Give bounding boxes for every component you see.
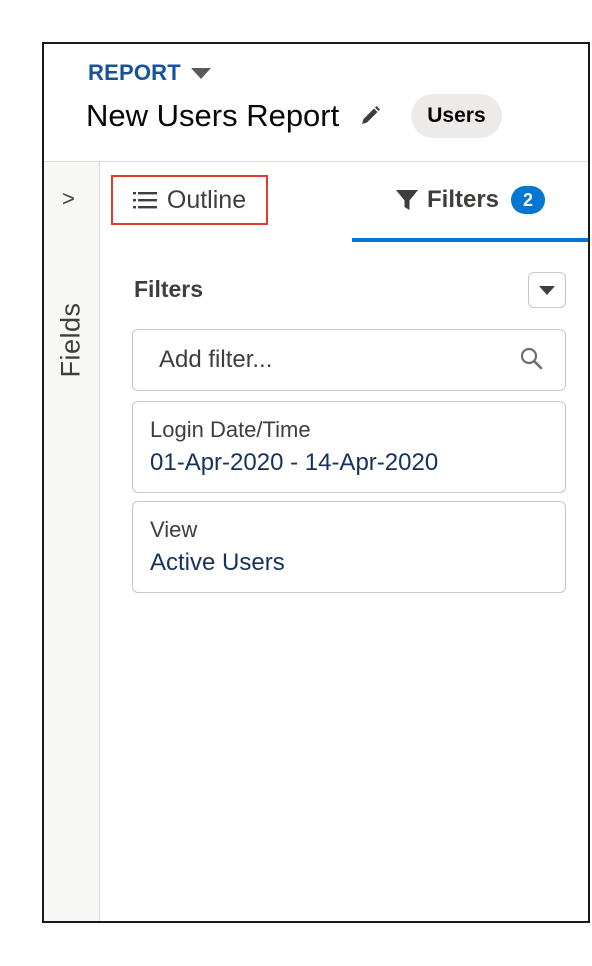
report-header: REPORT New Users Report Users — [44, 44, 588, 162]
tab-filters-label: Filters — [426, 186, 500, 213]
caret-down-icon — [539, 285, 555, 295]
fields-rail-toggle[interactable]: > Fields — [44, 162, 100, 921]
report-builder-panel: REPORT New Users Report Users > Fields O… — [42, 42, 590, 923]
report-type-badge: Users — [411, 94, 502, 138]
report-type-menu[interactable]: REPORT — [88, 60, 211, 86]
report-label: REPORT — [88, 60, 181, 85]
tab-outline[interactable]: Outline — [111, 175, 268, 225]
add-filter-input[interactable] — [157, 345, 519, 375]
pencil-icon[interactable] — [357, 103, 383, 129]
filter-label: View — [150, 517, 198, 542]
funnel-icon — [395, 188, 419, 212]
filter-value: 01-Apr-2020 - 14-Apr-2020 — [150, 449, 439, 476]
filter-label: Login Date/Time — [150, 417, 311, 442]
filter-count-badge: 2 — [511, 186, 546, 214]
add-filter-combobox[interactable] — [132, 329, 566, 391]
caret-down-icon — [190, 67, 211, 79]
title-row: New Users Report Users — [86, 94, 502, 138]
report-title: New Users Report — [86, 98, 340, 133]
chevron-right-icon: > — [62, 186, 75, 211]
filters-menu-button[interactable] — [528, 272, 566, 308]
filters-panel: Outline Filters 2 Filters Add filter... … — [100, 162, 588, 921]
fields-label: Fields — [55, 302, 86, 378]
tab-outline-label: Outline — [166, 185, 247, 214]
filter-value: Active Users — [150, 549, 285, 576]
tab-filters[interactable]: Filters 2 — [352, 162, 588, 242]
search-icon — [519, 346, 543, 375]
filter-item-view[interactable]: View Active Users — [132, 501, 566, 593]
panel-tabs: Outline Filters 2 — [100, 162, 588, 242]
filters-heading: Filters — [134, 276, 204, 302]
list-icon — [132, 190, 157, 210]
filter-item-login-date[interactable]: Login Date/Time 01-Apr-2020 - 14-Apr-202… — [132, 401, 566, 493]
